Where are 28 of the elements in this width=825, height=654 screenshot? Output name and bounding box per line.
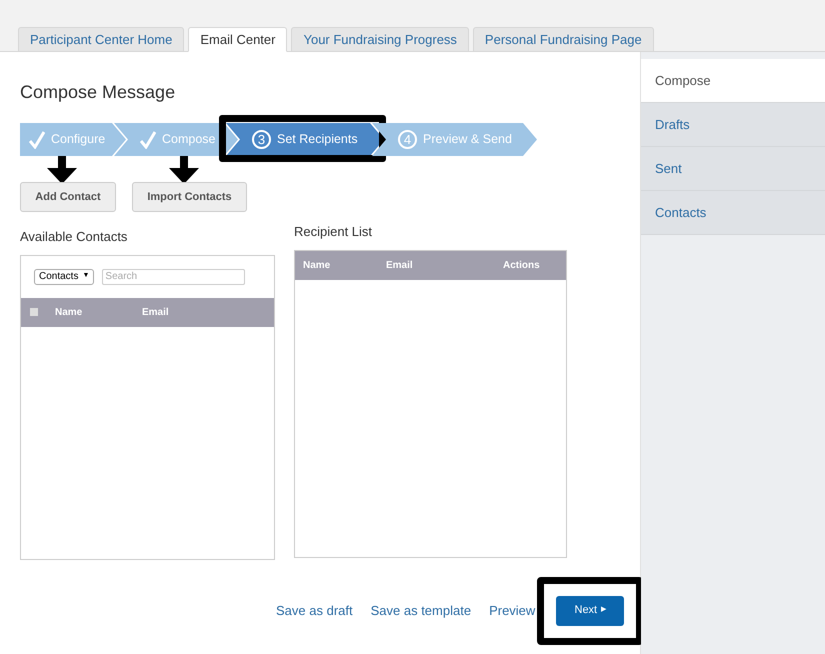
select-all-checkbox[interactable] xyxy=(30,308,38,316)
column-header: Email xyxy=(142,306,170,320)
wizard-step: 4 Preview & Send xyxy=(372,123,537,156)
tab[interactable]: Email Center xyxy=(188,27,288,52)
footer-link[interactable]: Save as draft xyxy=(276,600,353,620)
step-number: 4 xyxy=(398,130,417,149)
checkmark-icon xyxy=(29,130,45,148)
footer-link[interactable]: Save as template xyxy=(370,600,472,620)
column-header: Name xyxy=(55,306,84,320)
column-header: Name xyxy=(303,258,332,272)
tab[interactable]: Your Fundraising Progress xyxy=(291,27,469,52)
action-button[interactable]: Add Contact xyxy=(20,182,116,212)
search-field[interactable]: Search xyxy=(102,268,246,284)
sidebar-item[interactable]: Contacts xyxy=(641,191,825,235)
tab[interactable]: Participant Center Home xyxy=(18,27,184,52)
sidebar-item[interactable]: Sent xyxy=(641,147,825,191)
page-title: Compose Message xyxy=(20,81,176,104)
tab[interactable]: Personal Fundraising Page xyxy=(472,27,654,52)
column-header: Email xyxy=(386,258,414,272)
step-number: 3 xyxy=(252,130,271,149)
footer-link[interactable]: Preview xyxy=(489,600,536,620)
action-button[interactable]: Import Contacts xyxy=(132,182,247,212)
checkmark-icon xyxy=(140,130,156,148)
sidebar-item[interactable]: Compose xyxy=(641,59,825,103)
sidebar-item[interactable]: Drafts xyxy=(641,103,825,147)
section-title: Available Contacts xyxy=(20,228,128,246)
section-title: Recipient List xyxy=(294,223,374,241)
column-header: Actions xyxy=(503,258,540,272)
